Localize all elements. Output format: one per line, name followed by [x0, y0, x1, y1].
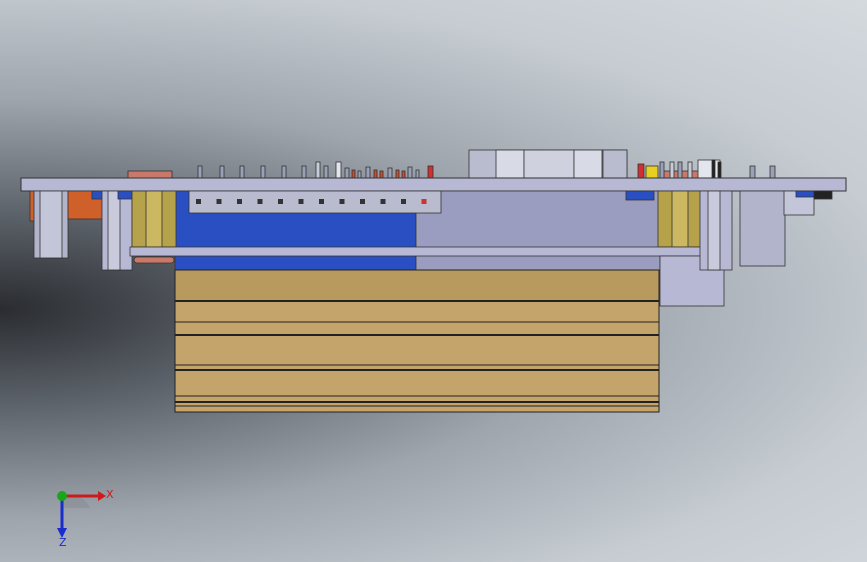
header-pin: [339, 199, 345, 204]
header-pin: [237, 199, 242, 204]
tan-heatsink: [174, 269, 660, 413]
header-pin: [196, 199, 201, 204]
header-pin: [421, 199, 427, 204]
orientation-triad: X Z: [57, 488, 114, 548]
main-plate: [20, 177, 847, 192]
header-pin: [257, 199, 263, 204]
pcb-assembly-side-view: [20, 149, 847, 413]
header-pin: [360, 199, 365, 204]
x-axis-arrow-icon: [98, 491, 106, 501]
x-axis-label: X: [106, 488, 114, 501]
top-connector-block: [468, 149, 628, 179]
header-pin: [298, 199, 304, 204]
model-viewport[interactable]: X Z: [0, 0, 867, 562]
left-side-parts: [29, 190, 133, 271]
header-pin: [319, 199, 324, 204]
y-axis-dot-icon: [57, 491, 67, 501]
support-bar: [129, 246, 705, 257]
header-pin: [380, 199, 386, 204]
top-components: [127, 159, 776, 179]
z-axis-label: Z: [59, 536, 67, 548]
header-pin: [401, 199, 406, 204]
header-pin: [216, 199, 222, 204]
header-pin: [278, 199, 283, 204]
